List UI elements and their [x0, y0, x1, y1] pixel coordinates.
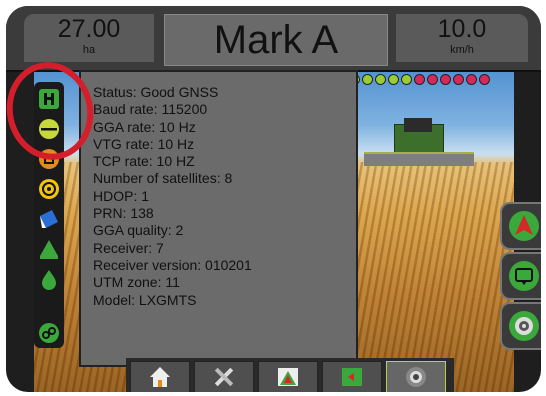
led: [466, 74, 477, 85]
area-unit: ha: [82, 44, 96, 56]
info-status: Status: Good GNSS: [93, 84, 219, 100]
info-gga-rate: GGA rate: 10 Hz: [93, 118, 196, 135]
steering-icon[interactable]: [38, 178, 60, 200]
vehicle-view-button[interactable]: [500, 202, 541, 250]
mapping-button[interactable]: [322, 361, 382, 392]
guidance-screen-button[interactable]: [258, 361, 318, 392]
combine-harvester: [364, 118, 474, 166]
mark-title[interactable]: Mark A: [164, 14, 388, 66]
guidance-screen-icon: [278, 368, 298, 386]
mapping-icon: [342, 368, 362, 386]
area-readout[interactable]: 27.00 ha: [24, 14, 154, 62]
camera-icon: [509, 311, 539, 341]
screen-mode-icon: [509, 261, 539, 291]
info-gga-quality: GGA quality: 2: [93, 222, 184, 239]
device-screen: 27.00 ha Mark A 10.0 km/h Status: Good G…: [6, 6, 541, 392]
tools-icon: [214, 367, 234, 387]
home-icon: [150, 367, 170, 387]
tools-button[interactable]: [194, 361, 254, 392]
tilt-icon[interactable]: [38, 208, 60, 230]
link-icon[interactable]: [38, 322, 60, 344]
speed-readout[interactable]: 10.0 km/h: [396, 14, 528, 62]
section-control-icon[interactable]: [38, 238, 60, 260]
camera-view-icon: [406, 367, 426, 387]
top-status-bar: 27.00 ha Mark A 10.0 km/h: [6, 6, 541, 72]
info-vtg-rate: VTG rate: 10 Hz: [93, 135, 195, 152]
info-receiver-version: Receiver version: 010201: [93, 256, 252, 273]
combine-header: [364, 152, 474, 166]
area-value: 27.00: [57, 15, 121, 43]
camera-view-button[interactable]: [386, 361, 446, 392]
lightbar: [336, 72, 492, 90]
bottom-nav-bar: [126, 358, 454, 392]
screen-mode-button[interactable]: [500, 252, 541, 300]
led: [362, 74, 373, 85]
info-utm-zone: UTM zone: 11: [93, 274, 180, 291]
led: [440, 74, 451, 85]
vehicle-view-icon: [509, 211, 539, 241]
speed-value: 10.0: [437, 15, 487, 43]
info-model: Model: LXGMTS: [93, 291, 197, 308]
gnss-status-panel: Status: Good GNSS Baud rate: 115200 GGA …: [79, 70, 358, 367]
led: [453, 74, 464, 85]
led: [401, 74, 412, 85]
combine-cab: [404, 118, 432, 132]
speed-unit: km/h: [450, 44, 474, 56]
led: [414, 74, 425, 85]
info-tcp-rate: TCP rate: 10 HZ: [93, 153, 195, 170]
led: [375, 74, 386, 85]
led: [388, 74, 399, 85]
led: [479, 74, 490, 85]
info-baud-rate: Baud rate: 115200: [93, 101, 208, 118]
info-prn: PRN: 138: [93, 205, 154, 222]
led: [427, 74, 438, 85]
rate-control-icon[interactable]: [38, 268, 60, 290]
info-satellites: Number of satellites: 8: [93, 170, 233, 187]
mark-title-text: Mark A: [213, 18, 339, 62]
info-hdop: HDOP: 1: [93, 187, 150, 204]
camera-button[interactable]: [500, 302, 541, 350]
info-receiver: Receiver: 7: [93, 239, 164, 256]
home-button[interactable]: [130, 361, 190, 392]
